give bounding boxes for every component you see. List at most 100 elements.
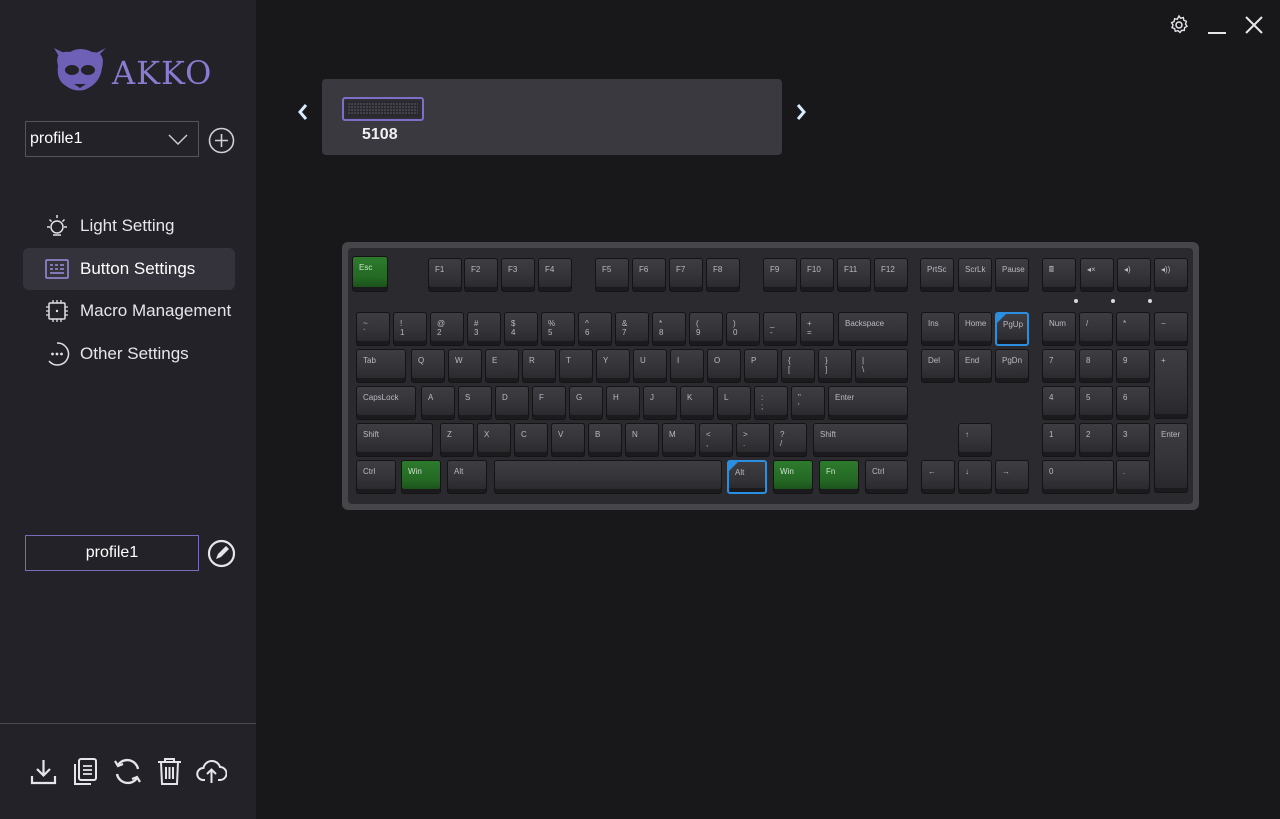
key-quote[interactable]: " ' [791,386,825,420]
key-tab[interactable]: Tab [356,349,406,383]
key-backslash[interactable]: | \ [855,349,908,383]
key-k[interactable]: K [680,386,714,420]
key-f7[interactable]: F7 [669,258,703,292]
key-capslock[interactable]: CapsLock [356,386,416,420]
minimize-icon[interactable] [1206,14,1228,36]
key-pgdn[interactable]: PgDn [995,349,1029,383]
key-f11[interactable]: F11 [837,258,871,292]
key-j[interactable]: J [643,386,677,420]
key-home[interactable]: Home [958,312,992,346]
key-9[interactable]: ( 9 [689,312,723,346]
key-period[interactable]: > . [736,423,770,457]
key-pause[interactable]: Pause [995,258,1029,292]
key-lalt[interactable]: Alt [447,460,487,494]
key-num9[interactable]: 9 [1116,349,1150,383]
key-f5[interactable]: F5 [595,258,629,292]
key-enter[interactable]: Enter [828,386,908,420]
key-f9[interactable]: F9 [763,258,797,292]
next-device-icon[interactable] [794,101,808,123]
key-num5[interactable]: 5 [1079,386,1113,420]
key-right[interactable]: → [995,460,1029,494]
key-7[interactable]: & 7 [615,312,649,346]
key-d[interactable]: D [495,386,529,420]
key-1[interactable]: ! 1 [393,312,427,346]
reset-icon[interactable] [112,756,143,787]
key-num1[interactable]: 1 [1042,423,1076,457]
key-numlock[interactable]: Num [1042,312,1076,346]
key-num-minus[interactable]: − [1154,312,1188,346]
profile-name-field[interactable]: profile1 [25,535,199,571]
key-esc[interactable]: Esc [352,256,388,292]
key-q[interactable]: Q [411,349,445,383]
nav-item-light-setting[interactable]: Light Setting [23,205,235,247]
key-v[interactable]: V [551,423,585,457]
key-l[interactable]: L [717,386,751,420]
key-semicolon[interactable]: : ; [754,386,788,420]
key-num-dot[interactable]: . [1116,460,1150,494]
key-p[interactable]: P [744,349,778,383]
nav-item-macro-management[interactable]: Macro Management [23,290,235,332]
key-vol-up[interactable]: ◂)) [1154,258,1188,292]
key-minus[interactable]: _ - [763,312,797,346]
key-num-plus[interactable]: + [1154,349,1188,419]
close-icon[interactable] [1243,14,1265,36]
key-h[interactable]: H [606,386,640,420]
key-end[interactable]: End [958,349,992,383]
key-f2[interactable]: F2 [464,258,498,292]
delete-icon[interactable] [154,756,185,787]
add-profile-icon[interactable] [208,127,235,154]
key-f1[interactable]: F1 [428,258,462,292]
key-n[interactable]: N [625,423,659,457]
key-y[interactable]: Y [596,349,630,383]
key-6[interactable]: ^ 6 [578,312,612,346]
nav-item-other-settings[interactable]: Other Settings [23,333,235,375]
key-space[interactable] [494,460,722,494]
key-o[interactable]: O [707,349,741,383]
key-pgup[interactable]: PgUp [995,312,1029,346]
upload-cloud-icon[interactable] [196,756,227,787]
key-rctrl[interactable]: Ctrl [865,460,908,494]
key-left[interactable]: ← [921,460,955,494]
key-5[interactable]: % 5 [541,312,575,346]
key-rwin[interactable]: Win [773,460,813,494]
gear-icon[interactable] [1168,14,1190,36]
key-e[interactable]: E [485,349,519,383]
key-num8[interactable]: 8 [1079,349,1113,383]
edit-profile-icon[interactable] [207,539,236,568]
key-i[interactable]: I [670,349,704,383]
key-comma[interactable]: < , [699,423,733,457]
key-del[interactable]: Del [921,349,955,383]
key-down[interactable]: ↓ [958,460,992,494]
key-3[interactable]: # 3 [467,312,501,346]
key-z[interactable]: Z [440,423,474,457]
key-num0[interactable]: 0 [1042,460,1114,494]
key-a[interactable]: A [421,386,455,420]
key-num-enter[interactable]: Enter [1154,423,1188,493]
key-num7[interactable]: 7 [1042,349,1076,383]
import-icon[interactable] [28,756,59,787]
prev-device-icon[interactable] [296,101,310,123]
key-f3[interactable]: F3 [501,258,535,292]
key-f12[interactable]: F12 [874,258,908,292]
key-f4[interactable]: F4 [538,258,572,292]
key-f[interactable]: F [532,386,566,420]
key-f10[interactable]: F10 [800,258,834,292]
key-r[interactable]: R [522,349,556,383]
key-calc[interactable]: 🖩 [1042,258,1076,292]
key-num4[interactable]: 4 [1042,386,1076,420]
key-scrlk[interactable]: ScrLk [958,258,992,292]
key-rshift[interactable]: Shift [813,423,908,457]
key-num-star[interactable]: * [1116,312,1150,346]
key-t[interactable]: T [559,349,593,383]
key-lctrl[interactable]: Ctrl [356,460,396,494]
key-2[interactable]: @ 2 [430,312,464,346]
key-m[interactable]: M [662,423,696,457]
key-ralt[interactable]: Alt [727,460,767,494]
key-vol-down[interactable]: ◂) [1117,258,1151,292]
key-f6[interactable]: F6 [632,258,666,292]
key-4[interactable]: $ 4 [504,312,538,346]
key-w[interactable]: W [448,349,482,383]
key-x[interactable]: X [477,423,511,457]
device-thumbnail[interactable] [342,97,424,121]
key-s[interactable]: S [458,386,492,420]
